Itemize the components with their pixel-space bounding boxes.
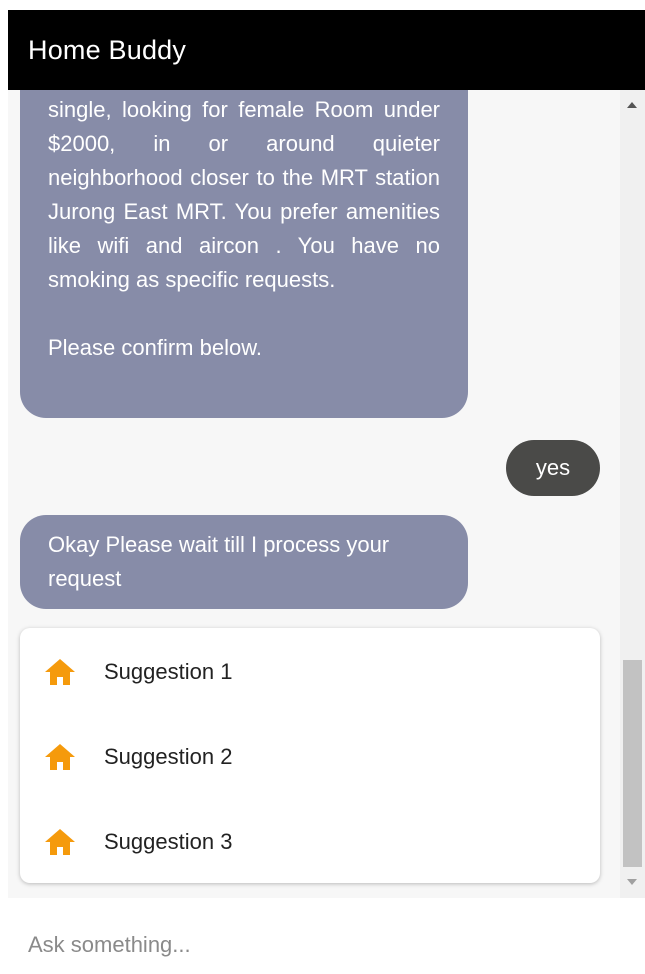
scroll-up-arrow-icon[interactable] bbox=[627, 102, 637, 108]
chat-scrollbar[interactable] bbox=[620, 90, 645, 898]
suggestion-item-3[interactable]: Suggestion 3 bbox=[20, 812, 600, 872]
chat-window[interactable]: single, looking for female Room under $2… bbox=[8, 90, 645, 898]
scrollbar-thumb[interactable] bbox=[623, 660, 642, 867]
message-input-bar bbox=[8, 898, 645, 974]
bot-message-wait: Okay Please wait till I process your req… bbox=[20, 515, 468, 609]
message-input[interactable] bbox=[28, 928, 588, 962]
user-message: yes bbox=[506, 440, 600, 496]
home-icon bbox=[45, 829, 75, 855]
scroll-down-arrow-icon[interactable] bbox=[627, 879, 637, 885]
suggestion-item-2[interactable]: Suggestion 2 bbox=[20, 727, 600, 787]
home-icon bbox=[45, 744, 75, 770]
suggestion-item-1[interactable]: Suggestion 1 bbox=[20, 642, 600, 702]
suggestions-card: Suggestion 1 Suggestion 2 Suggestion 3 bbox=[20, 628, 600, 883]
chat-app: Home Buddy single, looking for female Ro… bbox=[0, 0, 645, 974]
home-icon bbox=[45, 659, 75, 685]
suggestion-label: Suggestion 2 bbox=[104, 744, 233, 769]
bot-message-wait-text: Okay Please wait till I process your req… bbox=[48, 532, 390, 591]
bot-message-confirm-prompt: Please confirm below. bbox=[48, 335, 262, 360]
suggestion-label: Suggestion 3 bbox=[104, 829, 233, 854]
app-header: Home Buddy bbox=[8, 10, 645, 90]
app-title: Home Buddy bbox=[28, 34, 187, 65]
suggestion-label: Suggestion 1 bbox=[104, 659, 233, 684]
user-message-text: yes bbox=[535, 455, 571, 480]
bot-message-summary: single, looking for female Room under $2… bbox=[20, 90, 468, 418]
message-list: single, looking for female Room under $2… bbox=[8, 90, 620, 898]
bot-message-summary-text: single, looking for female Room under $2… bbox=[48, 97, 440, 292]
